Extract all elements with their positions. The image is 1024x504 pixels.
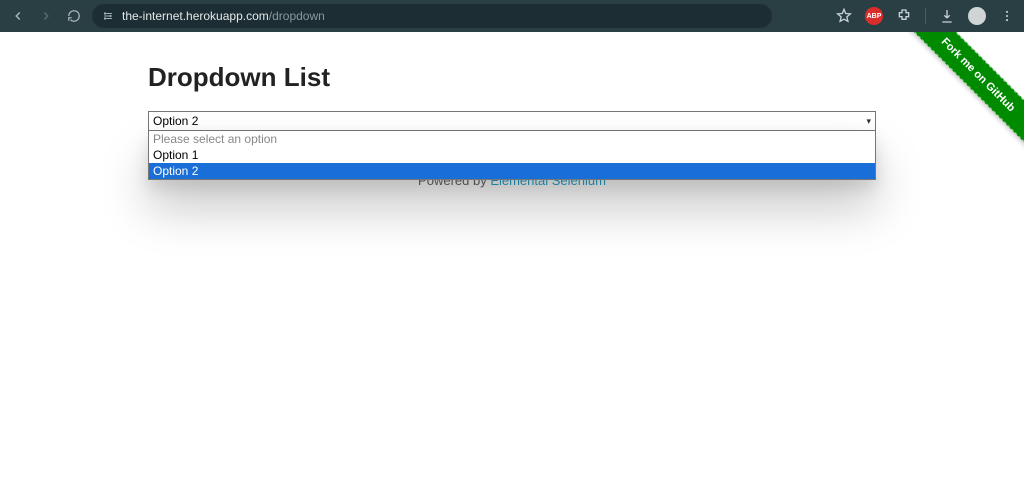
menu-icon[interactable]: [998, 7, 1016, 25]
chevron-down-icon: ▾: [866, 116, 871, 127]
extensions-icon[interactable]: [895, 7, 913, 25]
dropdown-wrap: Option 2 ▾ Please select an option Optio…: [148, 111, 876, 131]
dropdown-listbox: Please select an option Option 1 Option …: [148, 131, 876, 180]
profile-avatar[interactable]: [968, 7, 986, 25]
download-icon[interactable]: [938, 7, 956, 25]
page-title: Dropdown List: [148, 62, 876, 93]
github-ribbon[interactable]: Fork me on GitHub: [904, 32, 1024, 152]
address-bar[interactable]: the-internet.herokuapp.com/dropdown: [92, 4, 772, 28]
page-content: Dropdown List Option 2 ▾ Please select a…: [0, 32, 1024, 188]
forward-button[interactable]: [36, 6, 56, 26]
reload-button[interactable]: [64, 6, 84, 26]
url-text: the-internet.herokuapp.com/dropdown: [122, 9, 325, 23]
dropdown-select[interactable]: Option 2 ▾: [148, 111, 876, 131]
browser-toolbar: the-internet.herokuapp.com/dropdown ABP: [0, 0, 1024, 32]
dropdown-selected-value: Option 2: [153, 114, 198, 128]
dropdown-option-2[interactable]: Option 2: [149, 163, 875, 179]
adblock-icon[interactable]: ABP: [865, 7, 883, 25]
bookmark-star-icon[interactable]: [835, 7, 853, 25]
back-button[interactable]: [8, 6, 28, 26]
site-settings-icon[interactable]: [102, 10, 114, 22]
toolbar-divider: [925, 8, 926, 24]
dropdown-option-1[interactable]: Option 1: [149, 147, 875, 163]
dropdown-option-placeholder: Please select an option: [149, 131, 875, 147]
